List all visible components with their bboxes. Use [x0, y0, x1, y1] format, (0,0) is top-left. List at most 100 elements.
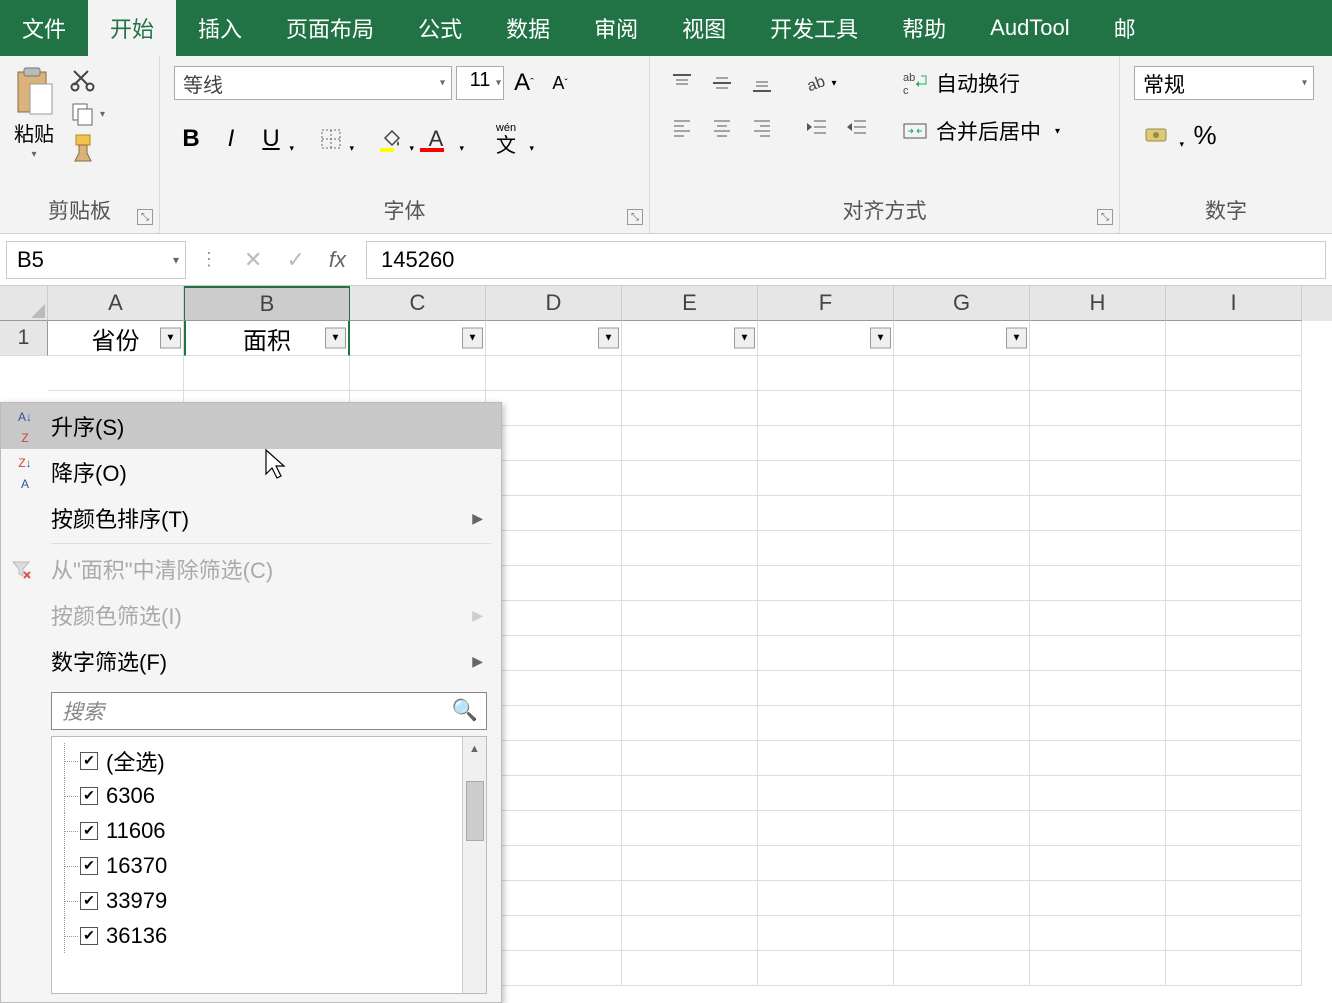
- sort-descending-item[interactable]: Z↓A 降序(O): [1, 449, 501, 495]
- empty-cell[interactable]: [1030, 881, 1166, 916]
- scroll-thumb[interactable]: [466, 781, 484, 841]
- empty-cell[interactable]: [1166, 916, 1302, 951]
- empty-cell[interactable]: [894, 356, 1030, 391]
- empty-cell[interactable]: [1030, 496, 1166, 531]
- empty-cell[interactable]: [1166, 776, 1302, 811]
- increase-indent-button[interactable]: [838, 110, 874, 144]
- empty-cell[interactable]: [622, 811, 758, 846]
- empty-cell[interactable]: [622, 741, 758, 776]
- align-right-button[interactable]: [744, 110, 780, 144]
- empty-cell[interactable]: [758, 951, 894, 986]
- filter-arrow-g[interactable]: ▼: [1006, 328, 1027, 349]
- empty-cell[interactable]: [1030, 461, 1166, 496]
- sort-ascending-item[interactable]: A↓Z 升序(S): [1, 403, 501, 449]
- empty-cell[interactable]: [1166, 496, 1302, 531]
- filter-arrow-e[interactable]: ▼: [734, 328, 755, 349]
- border-button[interactable]: ▾: [314, 122, 348, 156]
- copy-button[interactable]: ▾: [70, 100, 105, 128]
- empty-cell[interactable]: [894, 776, 1030, 811]
- increase-font-button[interactable]: Aˆ: [508, 66, 540, 100]
- filter-list-scrollbar[interactable]: ▲: [462, 737, 486, 993]
- filter-check-item[interactable]: ✔36136: [56, 918, 458, 953]
- empty-cell[interactable]: [622, 356, 758, 391]
- col-header-h[interactable]: H: [1030, 286, 1166, 321]
- font-size-select[interactable]: 11▾: [456, 66, 504, 100]
- empty-cell[interactable]: [758, 671, 894, 706]
- filter-check-item[interactable]: ✔6306: [56, 778, 458, 813]
- fx-button[interactable]: fx: [329, 247, 346, 273]
- empty-cell[interactable]: [758, 601, 894, 636]
- empty-cell[interactable]: [486, 496, 622, 531]
- empty-cell[interactable]: [1166, 636, 1302, 671]
- row-header-1[interactable]: 1: [0, 321, 48, 356]
- cell-f1[interactable]: ▼: [758, 321, 894, 356]
- empty-cell[interactable]: [486, 741, 622, 776]
- empty-cell[interactable]: [758, 916, 894, 951]
- empty-cell[interactable]: [486, 706, 622, 741]
- filter-arrow-f[interactable]: ▼: [870, 328, 891, 349]
- filter-arrow-a[interactable]: ▼: [160, 328, 181, 349]
- cell-b1[interactable]: 面积▼: [184, 321, 350, 356]
- empty-cell[interactable]: [1030, 741, 1166, 776]
- tab-audtool[interactable]: AudTool: [968, 0, 1092, 56]
- accounting-format-button[interactable]: ▾: [1134, 118, 1178, 152]
- font-color-button[interactable]: A▾: [414, 122, 458, 156]
- font-dialog-launcher[interactable]: ⤡: [627, 209, 643, 225]
- name-box[interactable]: B5▾: [6, 241, 186, 279]
- font-name-select[interactable]: 等线▾: [174, 66, 452, 100]
- empty-cell[interactable]: [758, 881, 894, 916]
- empty-cell[interactable]: [758, 461, 894, 496]
- empty-cell[interactable]: [1166, 811, 1302, 846]
- empty-cell[interactable]: [758, 741, 894, 776]
- empty-cell[interactable]: [1166, 531, 1302, 566]
- cancel-formula-button[interactable]: ✕: [244, 247, 262, 273]
- align-bottom-button[interactable]: [744, 66, 780, 100]
- empty-cell[interactable]: [48, 356, 184, 391]
- empty-cell[interactable]: [1166, 461, 1302, 496]
- alignment-dialog-launcher[interactable]: ⤡: [1097, 209, 1113, 225]
- cut-button[interactable]: [70, 66, 105, 94]
- fill-color-button[interactable]: ▾: [374, 122, 408, 156]
- italic-button[interactable]: I: [214, 122, 248, 156]
- empty-cell[interactable]: [486, 636, 622, 671]
- empty-cell[interactable]: [1030, 531, 1166, 566]
- empty-cell[interactable]: [486, 811, 622, 846]
- empty-cell[interactable]: [758, 566, 894, 601]
- empty-cell[interactable]: [486, 671, 622, 706]
- merge-center-button[interactable]: 合并后居中▾: [892, 114, 1070, 148]
- empty-cell[interactable]: [486, 426, 622, 461]
- empty-cell[interactable]: [1166, 741, 1302, 776]
- wrap-text-button[interactable]: abc自动换行: [892, 66, 1070, 100]
- empty-cell[interactable]: [894, 741, 1030, 776]
- decrease-font-button[interactable]: Aˇ: [544, 66, 576, 100]
- filter-check-item[interactable]: ✔33979: [56, 883, 458, 918]
- empty-cell[interactable]: [894, 566, 1030, 601]
- filter-search-input[interactable]: 搜索 🔍: [51, 692, 487, 730]
- empty-cell[interactable]: [622, 391, 758, 426]
- underline-button[interactable]: U▾: [254, 122, 288, 156]
- orientation-button[interactable]: ab▾: [798, 66, 844, 100]
- empty-cell[interactable]: [758, 776, 894, 811]
- col-header-c[interactable]: C: [350, 286, 486, 321]
- empty-cell[interactable]: [758, 846, 894, 881]
- empty-cell[interactable]: [894, 846, 1030, 881]
- number-filter-item[interactable]: 数字筛选(F)▶: [1, 638, 501, 684]
- empty-cell[interactable]: [894, 636, 1030, 671]
- enter-formula-button[interactable]: ✓: [286, 247, 304, 273]
- empty-cell[interactable]: [758, 636, 894, 671]
- empty-cell[interactable]: [622, 846, 758, 881]
- paste-button[interactable]: 粘贴 ▾: [8, 62, 60, 164]
- empty-cell[interactable]: [1030, 566, 1166, 601]
- filter-arrow-b[interactable]: ▼: [325, 328, 346, 349]
- empty-cell[interactable]: [1030, 951, 1166, 986]
- empty-cell[interactable]: [486, 881, 622, 916]
- empty-cell[interactable]: [1166, 391, 1302, 426]
- filter-check-item[interactable]: ✔16370: [56, 848, 458, 883]
- empty-cell[interactable]: [486, 951, 622, 986]
- empty-cell[interactable]: [1166, 706, 1302, 741]
- empty-cell[interactable]: [894, 426, 1030, 461]
- empty-cell[interactable]: [486, 601, 622, 636]
- empty-cell[interactable]: [622, 566, 758, 601]
- empty-cell[interactable]: [758, 426, 894, 461]
- tab-view[interactable]: 视图: [660, 0, 748, 56]
